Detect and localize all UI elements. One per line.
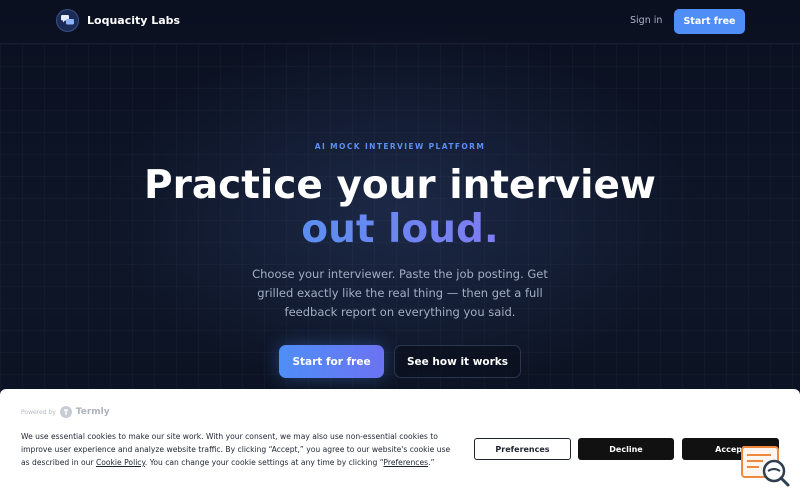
chat-bubbles-icon [56,9,79,32]
start-for-free-button[interactable]: Start for free [279,345,384,378]
powered-by-label: Powered by [21,408,56,416]
hero-eyebrow: AI MOCK INTERVIEW PLATFORM [314,142,486,151]
cookie-text: We use essential cookies to make our sit… [21,430,461,469]
brand-name: Loquacity Labs [87,14,181,27]
site-header: Loquacity Labs Sign in Start free [0,0,800,44]
hero-headline-accent: out loud. [0,208,800,252]
decline-button[interactable]: Decline [578,438,674,460]
brand[interactable]: Loquacity Labs [56,9,180,32]
hero-headline: Practice your interview [144,163,656,208]
powered-by-termly[interactable]: Powered by Termly [21,406,110,418]
page: Loquacity Labs Sign in Start free AI MOC… [0,0,800,500]
preferences-link[interactable]: Preferences [383,458,428,467]
preferences-button[interactable]: Preferences [474,438,571,460]
sign-in-link[interactable]: Sign in [630,15,662,26]
cookie-text-part3: .” [428,458,435,467]
cookie-text-part2: . You can change your cookie settings at… [144,458,384,467]
hero-headline-accent-text: out loud. [301,207,499,252]
cookie-banner: Powered by Termly We use essential cooki… [0,389,800,500]
termly-name: Termly [75,407,110,417]
cookie-preferences-search-icon[interactable] [741,446,791,490]
termly-logo-icon [59,406,72,418]
start-free-button[interactable]: Start free [674,9,745,34]
see-how-it-works-button[interactable]: See how it works [394,345,521,378]
hero-subtext: Choose your interviewer. Paste the job p… [252,267,548,319]
cookie-policy-link[interactable]: Cookie Policy [96,458,145,467]
